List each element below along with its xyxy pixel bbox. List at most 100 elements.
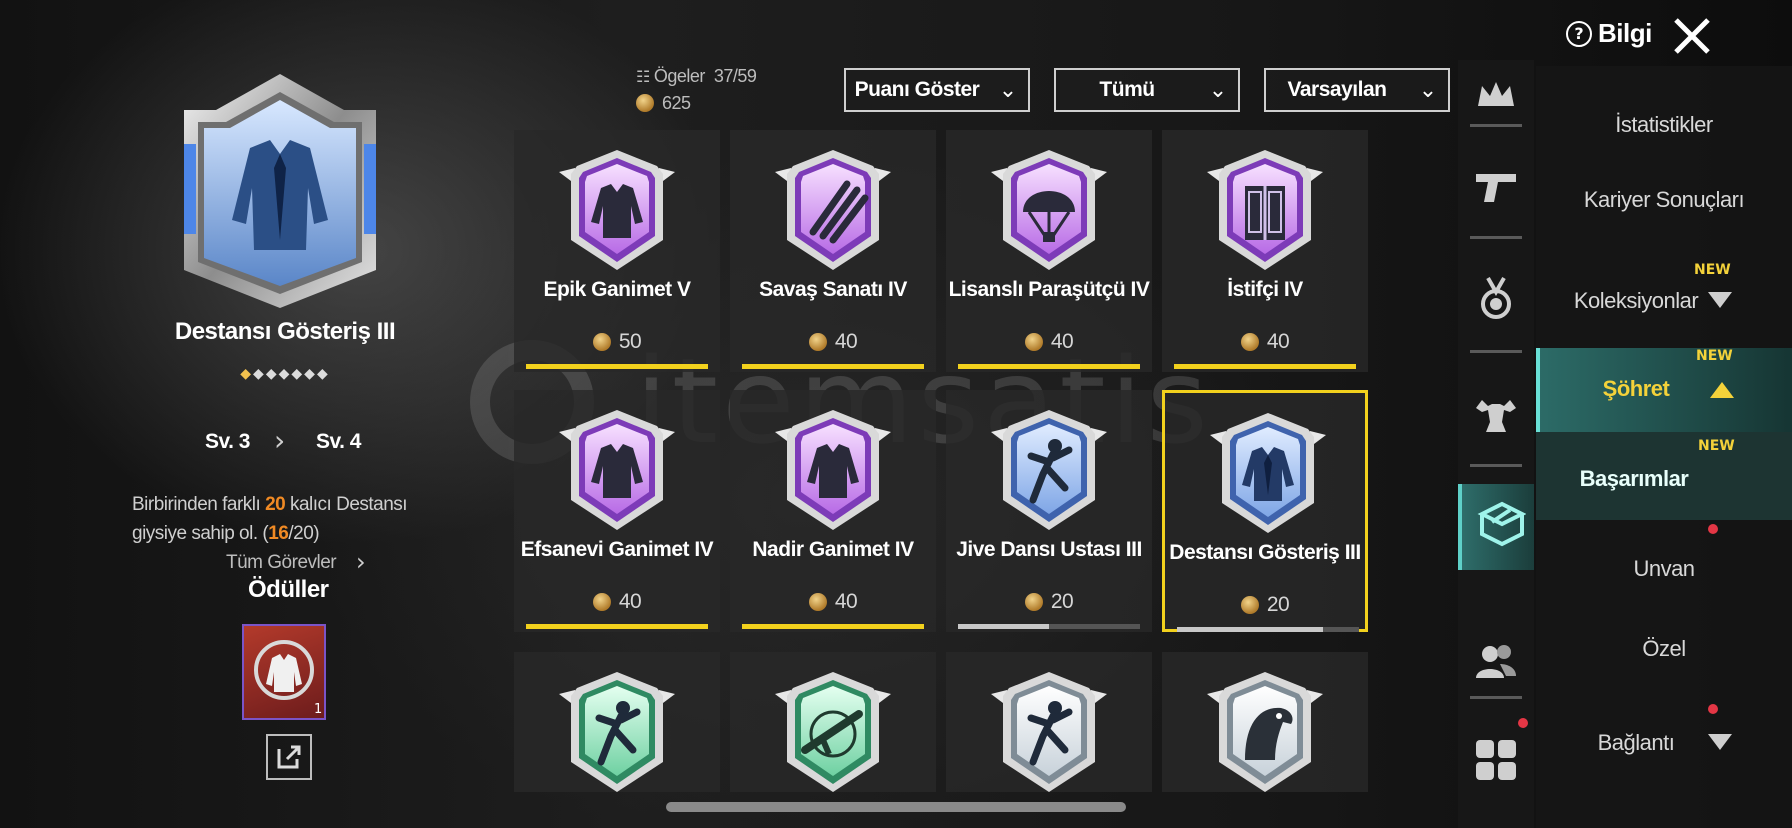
achievement-tile[interactable]	[730, 652, 936, 792]
chevron-right-icon[interactable]: ›	[356, 548, 366, 576]
pistol-icon	[1476, 174, 1516, 202]
achievement-tile[interactable]: Savaş Sanatı IV 40	[730, 130, 936, 372]
rail-item-strength[interactable]	[1458, 376, 1534, 448]
achievement-points: 50	[514, 330, 720, 354]
close-icon[interactable]	[1670, 14, 1714, 58]
menu-item-achievements[interactable]: Başarımlar	[1536, 466, 1732, 492]
jacket-icon	[559, 150, 675, 270]
eagle-icon	[1207, 672, 1323, 792]
progress-bar-fill	[1177, 627, 1323, 632]
achievement-badge	[773, 670, 893, 794]
share-button[interactable]	[266, 734, 312, 780]
coin-icon	[592, 593, 611, 611]
progress-bar	[526, 624, 708, 629]
achievement-tile[interactable]	[946, 652, 1152, 792]
triangle-down-icon[interactable]	[1708, 734, 1732, 750]
achievement-description: Birbirinden farklı 20 kalıcı Destansı gi…	[132, 494, 408, 544]
achievement-badge	[557, 148, 677, 272]
locker-icon	[1207, 150, 1323, 270]
coin-icon	[1240, 596, 1259, 614]
jacket-icon	[775, 410, 891, 530]
items-icon: ☷	[636, 69, 650, 86]
rifle-icon	[775, 672, 891, 792]
progress-bar	[1177, 627, 1359, 632]
triangle-up-icon[interactable]	[1710, 382, 1734, 398]
achievement-badge	[1208, 411, 1328, 535]
progress-bar-fill	[742, 364, 924, 369]
coin-icon	[592, 333, 611, 351]
achievement-tile[interactable]: Epik Ganimet V 50	[514, 130, 720, 372]
selected-achievement-badge	[184, 74, 376, 308]
achievement-points: 40	[730, 590, 936, 614]
rail-item-friends[interactable]	[1458, 626, 1534, 698]
menu-item-title[interactable]: Unvan	[1536, 556, 1792, 582]
claw-icon	[775, 150, 891, 270]
triangle-down-icon[interactable]	[1708, 292, 1732, 308]
friends-icon	[1476, 645, 1516, 678]
achievement-badge	[989, 148, 1109, 272]
rail-item-collection[interactable]	[1458, 484, 1534, 570]
box-icon	[1477, 501, 1526, 547]
parachute-icon	[991, 150, 1107, 270]
achievement-points-value: 20	[1050, 590, 1074, 613]
coin-icon	[1240, 333, 1259, 351]
progress-bar-fill	[958, 624, 1049, 629]
rail-item-crown[interactable]	[1458, 60, 1534, 132]
points-total: 625	[636, 93, 691, 114]
star-icon: ◆	[278, 366, 292, 382]
achievement-tile[interactable]	[514, 652, 720, 792]
side-menu: İstatistikler Kariyer Sonuçları Koleksiy…	[1536, 66, 1792, 828]
chevron-down-icon: ⌄	[998, 77, 1018, 103]
progress-bar	[1174, 364, 1356, 369]
progress-bar	[958, 624, 1140, 629]
horizontal-scrollbar[interactable]	[666, 802, 1126, 812]
achievement-tile[interactable]: İstifçi IV 40	[1162, 130, 1368, 372]
points-dropdown[interactable]: Puanı Göster ⌄	[844, 68, 1030, 112]
achievement-tile[interactable]: Lisanslı Paraşütçü IV 40	[946, 130, 1152, 372]
menu-item-special[interactable]: Özel	[1536, 636, 1792, 662]
jacket-icon	[559, 410, 675, 530]
progress-bar-fill	[742, 624, 924, 629]
selected-achievement-name: Destansı Gösteriş III	[174, 318, 396, 345]
rewards-title: Ödüller	[248, 576, 329, 603]
category-icon-rail	[1458, 60, 1534, 828]
info-button[interactable]: ? Bilgi	[1566, 18, 1652, 49]
dancer-icon	[559, 672, 675, 792]
progress-bar-fill	[526, 364, 708, 369]
achievement-badge	[1205, 670, 1325, 794]
achievement-name: Destansı Gösteriş III	[1169, 541, 1361, 564]
achievement-tile[interactable]	[1162, 652, 1368, 792]
achievement-badge	[773, 408, 893, 532]
menu-item-stats[interactable]: İstatistikler	[1536, 112, 1792, 138]
achievement-tile[interactable]: Destansı Gösteriş III 20	[1162, 390, 1368, 632]
sort-dropdown-label: Varsayılan	[1287, 78, 1387, 101]
menu-item-career[interactable]: Kariyer Sonuçları	[1574, 186, 1754, 214]
medal-icon	[1481, 277, 1511, 319]
sort-dropdown[interactable]: Varsayılan ⌄	[1264, 68, 1450, 112]
achievement-tile[interactable]: Jive Dansı Ustası III 20	[946, 390, 1152, 632]
filter-dropdown[interactable]: Tümü ⌄	[1054, 68, 1240, 112]
progress-bar	[958, 364, 1140, 369]
rail-item-weapon[interactable]	[1458, 150, 1534, 222]
achievement-tile[interactable]: Nadir Ganimet IV 40	[730, 390, 936, 632]
all-tasks-link[interactable]: Tüm Görevler	[226, 552, 337, 574]
coin-icon	[808, 333, 827, 351]
star-icon: ◆	[316, 366, 330, 382]
progress-bar	[742, 364, 924, 369]
achievement-tile[interactable]: Efsanevi Ganimet IV 40	[514, 390, 720, 632]
star-icon: ◆	[253, 366, 266, 382]
menu-item-connection[interactable]: Bağlantı	[1536, 730, 1736, 756]
achievement-badge	[773, 148, 893, 272]
rail-item-medal[interactable]	[1458, 262, 1534, 334]
achievement-points: 20	[1165, 593, 1365, 617]
rail-item-more[interactable]	[1458, 724, 1534, 796]
new-badge: NEW	[1694, 262, 1731, 278]
menu-item-collections[interactable]: Koleksiyonlar	[1536, 288, 1736, 314]
menu-item-fame[interactable]: Şöhret	[1536, 376, 1736, 402]
achievement-points-value: 40	[834, 590, 858, 613]
external-link-icon	[277, 745, 301, 769]
progress-bar-fill	[526, 624, 708, 629]
achievement-badge	[989, 670, 1109, 794]
star-icon: ◆	[265, 366, 279, 382]
star-icon: ◆	[240, 366, 254, 382]
